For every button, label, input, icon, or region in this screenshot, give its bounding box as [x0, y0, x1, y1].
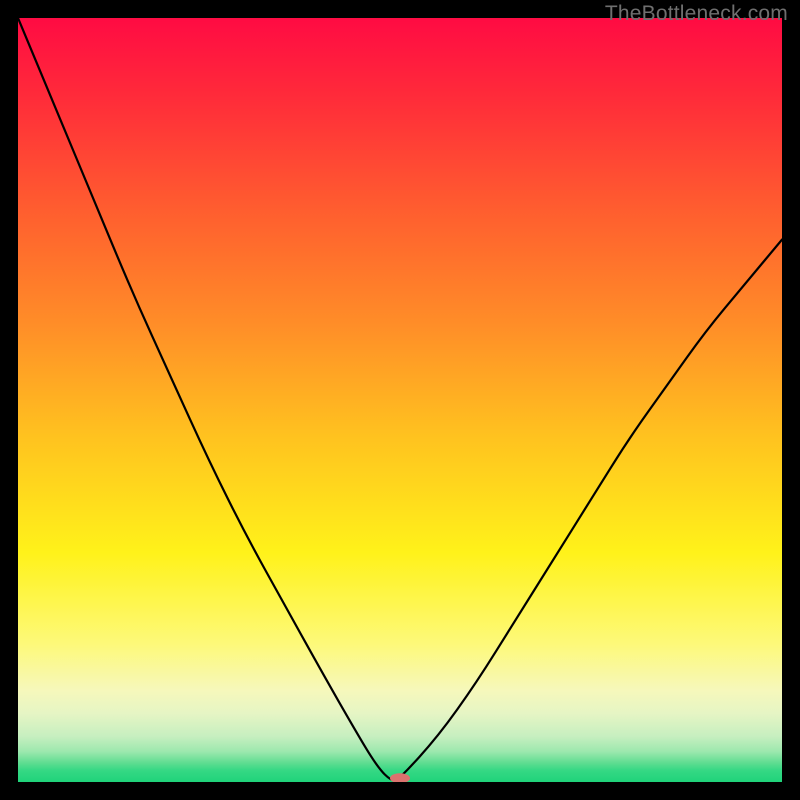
- curve-svg: [18, 18, 782, 782]
- plot-area: [18, 18, 782, 782]
- chart-frame: TheBottleneck.com: [0, 0, 800, 800]
- minimum-dot: [390, 773, 410, 782]
- bottleneck-curve: [18, 18, 782, 780]
- watermark-text: TheBottleneck.com: [605, 2, 788, 26]
